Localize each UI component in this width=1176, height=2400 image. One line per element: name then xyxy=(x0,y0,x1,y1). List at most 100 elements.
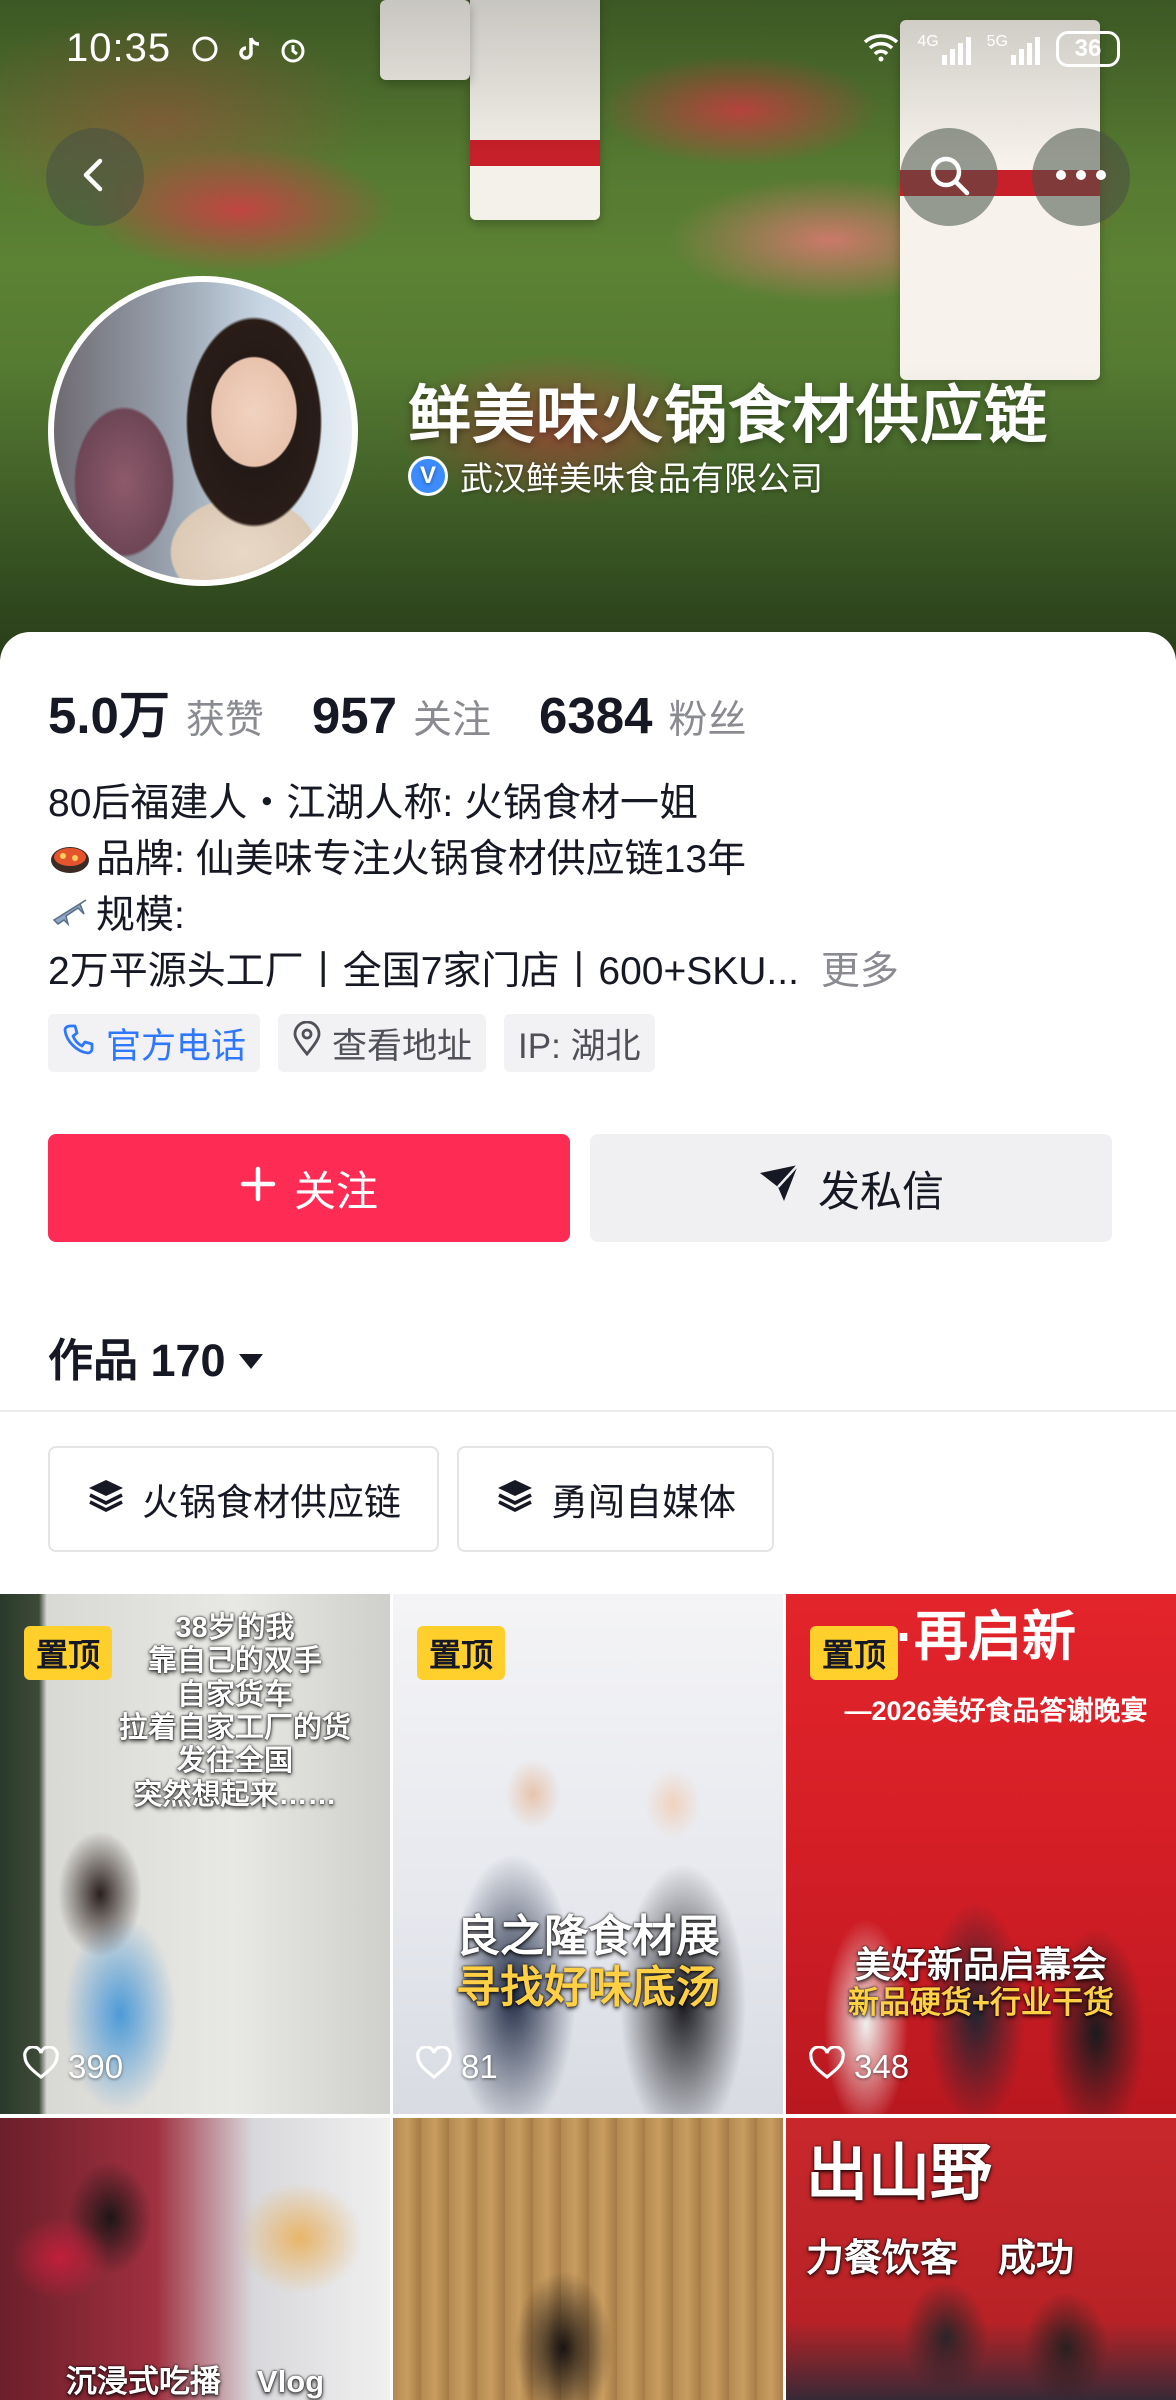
follow-button[interactable]: 关注 xyxy=(48,1134,570,1242)
message-button[interactable]: 发私信 xyxy=(590,1134,1112,1242)
like-count-value: 390 xyxy=(68,2048,124,2085)
stat-likes[interactable]: 5.0万 获赞 xyxy=(48,674,264,748)
like-count: 81 xyxy=(415,2045,498,2088)
signal-app-icon xyxy=(190,34,220,64)
cell-signal-2-icon: 5G xyxy=(987,33,1040,65)
official-phone-tag[interactable]: 官方电话 xyxy=(48,1014,261,1072)
stat-value: 5.0万 xyxy=(48,687,170,744)
battery-indicator: 36 xyxy=(1056,30,1120,67)
bio-line: 80后福建人・江湖人称: 火锅食材一姐 xyxy=(48,782,699,825)
alarm-icon xyxy=(278,34,308,64)
bio-line-scale: 规模: xyxy=(48,888,1128,944)
works-label: 作品 170 xyxy=(48,1335,226,1386)
stat-value: 957 xyxy=(311,687,398,744)
collections-row: 火锅食材供应链 勇闯自媒体 xyxy=(48,1446,774,1552)
caption-line: 38岁的我 xyxy=(175,1612,295,1644)
bio-line-brand: 品牌: 仙美味专注火锅食材供应链13年 xyxy=(48,832,1128,888)
action-buttons: 关注 发私信 xyxy=(48,1134,1112,1242)
company-verification[interactable]: V 武汉鲜美味食品有限公司 xyxy=(408,452,823,500)
video-caption: 美好新品启幕会 新品硬货+行业干货 xyxy=(786,1944,1176,2021)
bio-more-link[interactable]: 更多 xyxy=(821,950,899,993)
like-count-value: 81 xyxy=(461,2048,498,2085)
status-time: 10:35 xyxy=(66,26,172,70)
address-tag-label: 查看地址 xyxy=(332,1026,473,1066)
divider xyxy=(0,1410,1176,1412)
wifi-icon xyxy=(861,30,901,67)
status-bar: 10:35 4G 5G 36 xyxy=(0,0,1176,96)
message-label: 发私信 xyxy=(817,1167,944,1215)
collection-chip[interactable]: 火锅食材供应链 xyxy=(48,1446,439,1552)
tiktok-icon xyxy=(234,34,264,64)
caption-line: 发往全国 xyxy=(176,1745,293,1778)
bio-line: 2万平源头工厂丨全国7家门店丨600+SKU... xyxy=(48,950,799,993)
profile-name: 鲜美味火锅食材供应链 xyxy=(408,381,1048,451)
caption-line: 寻找好味底汤 xyxy=(456,1961,720,2013)
network-1-label: 4G xyxy=(917,32,939,50)
address-tag[interactable]: 查看地址 xyxy=(278,1014,487,1072)
collection-label: 火锅食材供应链 xyxy=(142,1482,401,1523)
video-tile[interactable]: 置顶 良之隆食材展 寻找好味底汤 81 xyxy=(393,1594,783,2114)
caption-line: 拉着自家工厂的货 xyxy=(118,1712,351,1745)
bio-line-last: 2万平源头工厂丨全国7家门店丨600+SKU... 更多 xyxy=(48,944,1128,1000)
heart-icon xyxy=(22,2045,60,2088)
caption-line: 美好新品启幕会 xyxy=(854,1944,1107,1985)
like-count: 348 xyxy=(808,2045,910,2088)
like-count: 390 xyxy=(22,2045,124,2088)
banner-line: —2026美好食品答谢晚宴 xyxy=(844,1696,1148,1726)
caret-down-icon xyxy=(236,1331,266,1383)
video-tile[interactable]: ·再启新 —2026美好食品答谢晚宴 置顶 美好新品启幕会 新品硬货+行业干货 … xyxy=(786,1594,1176,2114)
search-button[interactable] xyxy=(900,128,998,226)
cell-signal-icon: 4G xyxy=(917,32,971,65)
airplane-emoji-icon xyxy=(48,890,92,934)
more-dots-icon xyxy=(1055,168,1107,186)
video-caption: 38岁的我 靠自己的双手 自家货车 拉着自家工厂的货 发往全国 突然想起来…… xyxy=(90,1612,380,1812)
heart-icon xyxy=(808,2045,846,2088)
video-tile[interactable]: 置顶 38岁的我 靠自己的双手 自家货车 拉着自家工厂的货 发往全国 突然想起来… xyxy=(0,1594,390,2114)
profile-tags: 官方电话 查看地址 IP: 湖北 xyxy=(48,1014,655,1072)
avatar[interactable] xyxy=(48,276,358,586)
stat-label: 获赞 xyxy=(185,699,264,742)
video-tile[interactable] xyxy=(393,2118,783,2400)
caption-line: 靠自己的双手 xyxy=(147,1645,322,1678)
collection-label: 勇闯自媒体 xyxy=(551,1482,736,1523)
caption-line: 力餐饮客 xyxy=(806,2238,959,2280)
video-tile[interactable]: 出山野 力餐饮客 成功 xyxy=(786,2118,1176,2400)
caption-line: 沉浸式吃播 xyxy=(65,2364,221,2399)
caption-line: Vlog xyxy=(256,2364,325,2399)
search-icon xyxy=(925,151,973,204)
video-grid: 置顶 38岁的我 靠自己的双手 自家货车 拉着自家工厂的货 发往全国 突然想起来… xyxy=(0,1594,1176,2400)
layers-icon xyxy=(495,1477,535,1522)
ip-tag-label: IP: 湖北 xyxy=(518,1026,641,1066)
stat-following[interactable]: 957 关注 xyxy=(312,686,491,745)
video-banner-subtitle: —2026美好食品答谢晚宴 xyxy=(816,1696,1176,1727)
ip-tag: IP: 湖北 xyxy=(504,1014,655,1072)
collection-chip[interactable]: 勇闯自媒体 xyxy=(457,1446,774,1552)
video-caption: 良之隆食材展 寻找好味底汤 xyxy=(393,1911,783,2013)
video-caption: 沉浸式吃播 Vlog xyxy=(0,2364,390,2400)
pinned-badge: 置顶 xyxy=(810,1626,899,1680)
stat-label: 关注 xyxy=(413,699,492,742)
phone-tag-label: 官方电话 xyxy=(106,1026,247,1066)
video-tile[interactable]: 沉浸式吃播 Vlog xyxy=(0,2118,390,2400)
caption-line: 自家货车 xyxy=(176,1678,293,1711)
company-name: 武汉鲜美味食品有限公司 xyxy=(460,460,823,497)
network-2-label: 5G xyxy=(986,32,1008,50)
back-button[interactable] xyxy=(46,128,144,226)
bio[interactable]: 80后福建人・江湖人称: 火锅食材一姐 品牌: 仙美味专注火锅食材供应链13年 … xyxy=(48,776,1128,1000)
like-count-value: 348 xyxy=(854,2048,910,2085)
stat-followers[interactable]: 6384 粉丝 xyxy=(539,686,746,745)
stat-label: 粉丝 xyxy=(668,699,747,742)
video-caption: 力餐饮客 成功 xyxy=(806,2238,1166,2282)
bio-line: 规模: xyxy=(96,894,185,937)
caption-line: 出山野 xyxy=(806,2139,993,2208)
layers-icon xyxy=(86,1477,126,1522)
heart-icon xyxy=(415,2045,453,2088)
stat-value: 6384 xyxy=(539,687,653,744)
video-caption: 出山野 xyxy=(806,2138,1166,2209)
more-button[interactable] xyxy=(1032,128,1130,226)
works-tab[interactable]: 作品 170 xyxy=(48,1324,266,1389)
caption-line: 成功 xyxy=(998,2238,1075,2280)
plus-icon xyxy=(240,1164,276,1212)
banner-line: ·再启新 xyxy=(896,1607,1076,1667)
bio-line: 品牌: 仙美味专注火锅食材供应链13年 xyxy=(96,838,747,881)
